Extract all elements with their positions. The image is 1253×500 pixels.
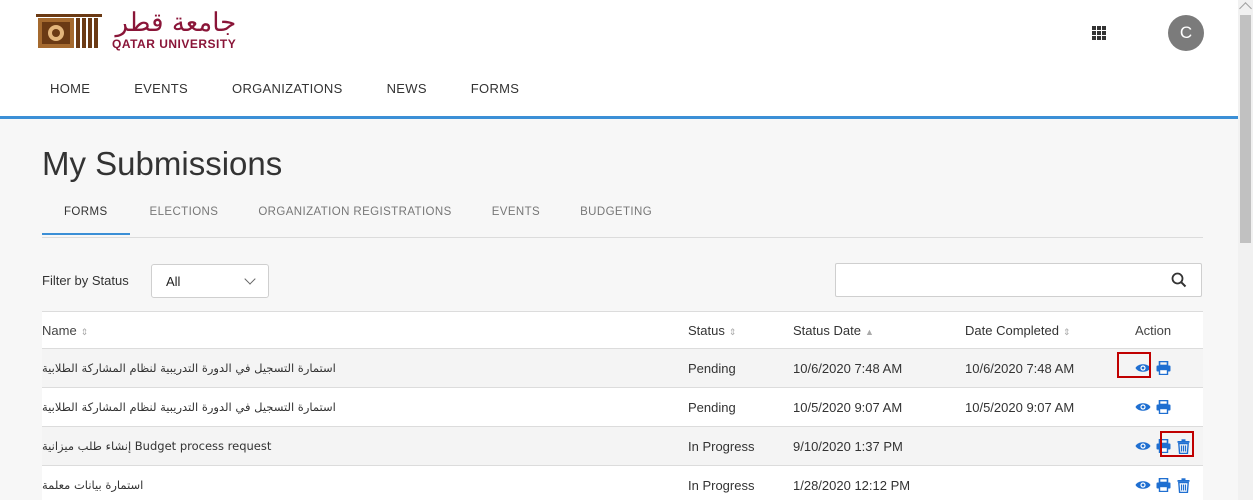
column-header-date-completed[interactable]: Date Completed ⇕ <box>965 323 1127 338</box>
table-row: إنشاء طلب ميزانية Budget process request… <box>42 427 1203 466</box>
row-actions <box>1127 477 1203 493</box>
highlight-delete-icon <box>1160 431 1194 457</box>
qatar-university-logo[interactable]: جامعة قطر QATAR UNIVERSITY <box>36 10 236 50</box>
scrollbar-thumb[interactable] <box>1240 15 1251 243</box>
tab-organization-registrations[interactable]: ORGANIZATION REGISTRATIONS <box>238 205 471 219</box>
column-header-action: Action <box>1135 322 1172 338</box>
print-icon[interactable] <box>1155 399 1171 415</box>
page-title: My Submissions <box>42 145 283 182</box>
top-header: جامعة قطر QATAR UNIVERSITY C HOME EVENTS… <box>0 0 1238 132</box>
nav-organizations[interactable]: ORGANIZATIONS <box>210 78 365 116</box>
column-header-status[interactable]: Status ⇕ <box>688 323 793 338</box>
search-input[interactable] <box>836 264 1156 296</box>
nav-news[interactable]: NEWS <box>365 78 449 116</box>
print-icon[interactable] <box>1155 360 1171 376</box>
status-filter-value: All <box>166 273 181 289</box>
nav-home[interactable]: HOME <box>30 78 113 132</box>
submission-status: In Progress <box>688 438 755 454</box>
submission-status: Pending <box>688 360 736 376</box>
submission-name: استمارة بيانات معلمة <box>42 478 144 492</box>
search-icon[interactable] <box>1171 272 1187 288</box>
header-name-label: Name <box>42 322 77 338</box>
view-eye-icon[interactable] <box>1135 438 1151 454</box>
table-row: استمارة التسجيل في الدورة التدريبية لنظا… <box>42 349 1203 388</box>
main-navigation: HOME EVENTS ORGANIZATIONS NEWS FORMS <box>30 78 541 132</box>
tab-elections[interactable]: ELECTIONS <box>130 205 239 219</box>
submission-date-completed: 10/5/2020 9:07 AM <box>965 399 1075 415</box>
sort-icon: ⇕ <box>728 326 737 337</box>
apps-grid-icon[interactable] <box>1090 24 1108 42</box>
submission-tabs: FORMS ELECTIONS ORGANIZATION REGISTRATIO… <box>42 205 672 235</box>
tab-budgeting[interactable]: BUDGETING <box>560 205 672 219</box>
search-box <box>835 263 1202 297</box>
user-avatar[interactable]: C <box>1168 15 1204 51</box>
tab-forms[interactable]: FORMS <box>42 205 130 235</box>
submission-name: استمارة التسجيل في الدورة التدريبية لنظا… <box>42 400 336 414</box>
view-eye-icon[interactable] <box>1135 399 1151 415</box>
chevron-down-icon <box>244 273 256 285</box>
submission-status: Pending <box>688 399 736 415</box>
submission-status-date: 9/10/2020 1:37 PM <box>793 438 903 454</box>
nav-events[interactable]: EVENTS <box>112 78 210 116</box>
status-filter-select[interactable]: All <box>151 264 269 298</box>
submission-name: إنشاء طلب ميزانية Budget process request <box>42 439 272 453</box>
column-header-status-date[interactable]: Status Date ▲ <box>793 323 965 338</box>
header-status-date-label: Status Date <box>793 322 861 338</box>
submission-date-completed: 10/6/2020 7:48 AM <box>965 360 1075 376</box>
scroll-up-arrow-icon[interactable] <box>1239 2 1252 15</box>
university-emblem-icon <box>36 10 102 50</box>
logo-arabic-text: جامعة قطر <box>115 8 237 38</box>
vertical-scrollbar[interactable] <box>1238 0 1253 500</box>
tabs-divider <box>42 237 1203 238</box>
table-header-row: Name ⇕ Status ⇕ Status Date ▲ Date Complete… <box>42 312 1203 349</box>
header-date-completed-label: Date Completed <box>965 322 1059 338</box>
submission-status-date: 1/28/2020 12:12 PM <box>793 477 911 493</box>
table-row: استمارة بيانات معلمة In Progress 1/28/20… <box>42 466 1203 500</box>
filter-label: Filter by Status <box>42 273 129 288</box>
print-icon[interactable] <box>1155 477 1171 493</box>
main-content: My Submissions FORMS ELECTIONS ORGANIZAT… <box>0 119 1238 500</box>
logo-english-text: QATAR UNIVERSITY <box>112 37 237 51</box>
view-eye-icon[interactable] <box>1135 477 1151 493</box>
highlight-view-icon <box>1117 352 1151 378</box>
table-row: استمارة التسجيل في الدورة التدريبية لنظا… <box>42 388 1203 427</box>
row-actions <box>1127 399 1203 415</box>
submission-status-date: 10/5/2020 9:07 AM <box>793 399 903 415</box>
submission-name: استمارة التسجيل في الدورة التدريبية لنظا… <box>42 361 336 375</box>
delete-trash-icon[interactable] <box>1175 477 1191 493</box>
tab-events[interactable]: EVENTS <box>472 205 560 219</box>
submission-status: In Progress <box>688 477 755 493</box>
submissions-table: Name ⇕ Status ⇕ Status Date ▲ Date Complete… <box>42 311 1203 500</box>
header-status-label: Status <box>688 322 725 338</box>
sort-ascending-icon: ▲ <box>864 326 874 337</box>
submission-status-date: 10/6/2020 7:48 AM <box>793 360 903 376</box>
nav-forms[interactable]: FORMS <box>449 78 541 116</box>
column-header-name[interactable]: Name ⇕ <box>42 323 688 338</box>
sort-icon: ⇕ <box>1062 326 1071 337</box>
sort-icon: ⇕ <box>80 326 89 337</box>
